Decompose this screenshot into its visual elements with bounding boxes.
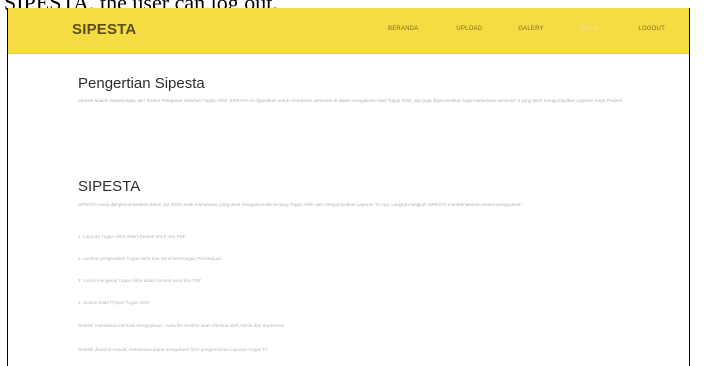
section-title-pengertian: Pengertian Sipesta	[78, 75, 205, 92]
section-title-sipesta: SIPESTA	[78, 178, 141, 195]
nav-item-upload[interactable]: UPLOAD	[456, 26, 482, 32]
brand-logo[interactable]: SIPESTA	[72, 21, 136, 38]
nav-menu: BERANDA UPLOAD GALERY SITUS LOGOUT	[388, 26, 665, 32]
list-item: Setelah mahasiswa berhasil mengupload, m…	[78, 323, 285, 328]
nav-item-beranda[interactable]: BERANDA	[388, 26, 418, 32]
browser-viewport: SIPESTA BERANDA UPLOAD GALERY SITUS LOGO…	[7, 8, 690, 366]
list-item: 1. Laporan Tugas Akhir dalam bentuk Word…	[78, 234, 186, 239]
list-item: Setelah diunduh masuk, mahasiswa dapat m…	[78, 347, 268, 352]
list-item: 4. Source kode Project Tugas Akhir	[78, 300, 150, 305]
section-paragraph-sipesta: SIPESTA mulai diimplementasikan Bulan Ju…	[78, 202, 522, 207]
nav-item-logout[interactable]: LOGOUT	[638, 26, 665, 32]
list-item: 3. Jurnal mengenai Tugas Akhir dalam ben…	[78, 278, 202, 283]
section-paragraph-pengertian: Sipesta adalah kepanjangan dari Sistem P…	[78, 98, 624, 103]
main-content: Pengertian Sipesta Sipesta adalah kepanj…	[8, 54, 689, 366]
list-item: 2. Lembar pengesahan Tugas Akhir dan Sur…	[78, 256, 222, 261]
nav-item-situs[interactable]: SITUS	[580, 26, 599, 32]
top-navbar: SIPESTA BERANDA UPLOAD GALERY SITUS LOGO…	[8, 8, 689, 54]
nav-item-galery[interactable]: GALERY	[518, 26, 543, 32]
screenshot-frame: SIPESTA, the user can log out. SIPESTA B…	[0, 0, 709, 366]
